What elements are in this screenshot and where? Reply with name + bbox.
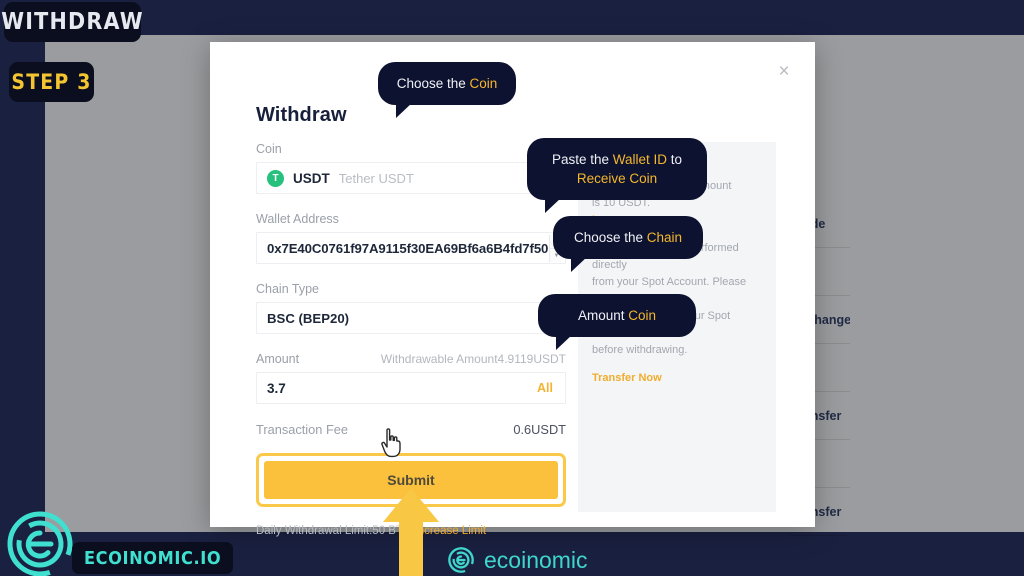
amount-all-button[interactable]: All bbox=[537, 381, 553, 395]
banner-title-tag: WITHDRAW bbox=[1, 2, 143, 42]
wallet-address-label: Wallet Address bbox=[256, 212, 339, 226]
callout-highlight: Coin bbox=[628, 308, 657, 323]
callout-paste-wallet-id: Paste the Wallet ID to Receive Coin bbox=[527, 138, 707, 213]
wallet-address-value: 0x7E40C0761f97A9115f30EA69Bf6a6B4fd7f50 bbox=[267, 240, 549, 256]
transaction-fee-value: 0.6USDT bbox=[513, 422, 566, 437]
callout-highlight: Chain bbox=[646, 230, 683, 245]
callout-text: Paste the bbox=[551, 152, 613, 167]
coin-symbol: USDT bbox=[293, 170, 330, 186]
page-title: Withdraw bbox=[256, 104, 347, 126]
transaction-fee-row: Transaction Fee 0.6USDT bbox=[256, 422, 566, 437]
screenshot-root: Trade Exchange Transfer Transfer × Withd… bbox=[0, 0, 1024, 576]
brand-footer-text: ecoinomic bbox=[484, 546, 588, 573]
brand-pill: ECOINOMIC.IO bbox=[72, 542, 234, 574]
callout-choose-coin: Choose the Coin bbox=[378, 62, 516, 118]
usdt-token-icon: T bbox=[267, 169, 284, 187]
callout-text: Choose the bbox=[396, 76, 470, 91]
amount-input[interactable]: 3.7 All bbox=[256, 372, 566, 404]
chain-field-group: Chain Type BSC (BEP20) ❯ bbox=[256, 282, 566, 334]
callout-choose-chain: Choose the Chain bbox=[553, 216, 703, 272]
callout-amount-coin: Amount Coin bbox=[538, 294, 696, 350]
coin-label: Coin bbox=[256, 142, 282, 156]
withdraw-form: Coin T USDT Tether USDT Wallet Address 0… bbox=[256, 142, 566, 537]
withdraw-modal: × Withdraw Coin T USDT Tether USDT Walle… bbox=[210, 42, 815, 537]
callout-text: Choose the bbox=[573, 230, 647, 245]
amount-field-group: Amount Withdrawable Amount4.9119USDT 3.7… bbox=[256, 352, 566, 404]
callout-highlight: Coin bbox=[469, 76, 498, 91]
ecoinomic-logo-icon bbox=[7, 511, 73, 576]
info-line: before withdrawing. bbox=[592, 344, 688, 356]
banner-step-tag: STEP 3 bbox=[9, 62, 94, 102]
brand-footer: ecoinomic bbox=[447, 546, 588, 574]
coin-fullname: Tether USDT bbox=[338, 170, 414, 186]
callout-highlight: Wallet ID bbox=[612, 152, 668, 167]
ecoinomic-logo-icon bbox=[448, 547, 474, 573]
coin-select[interactable]: T USDT Tether USDT bbox=[256, 162, 566, 194]
close-icon[interactable]: × bbox=[773, 62, 795, 84]
mouse-cursor-icon bbox=[381, 428, 401, 458]
callout-text: Amount bbox=[577, 308, 629, 323]
chain-type-value: BSC (BEP20) bbox=[267, 310, 350, 326]
chain-type-label: Chain Type bbox=[256, 282, 320, 296]
transaction-fee-label: Transaction Fee bbox=[256, 422, 348, 437]
up-arrow-annotation bbox=[383, 488, 439, 576]
wallet-address-input[interactable]: 0x7E40C0761f97A9115f30EA69Bf6a6B4fd7f50 … bbox=[256, 232, 566, 264]
callout-highlight: Receive Coin bbox=[576, 171, 658, 186]
coin-field-group: Coin T USDT Tether USDT bbox=[256, 142, 566, 194]
chain-type-select[interactable]: BSC (BEP20) ❯ bbox=[256, 302, 566, 334]
amount-label: Amount bbox=[256, 352, 300, 366]
wallet-field-group: Wallet Address 0x7E40C0761f97A9115f30EA6… bbox=[256, 212, 566, 264]
callout-text: to bbox=[667, 152, 683, 167]
amount-value: 3.7 bbox=[267, 380, 286, 396]
transfer-now-link[interactable]: Transfer Now bbox=[592, 370, 762, 387]
withdrawable-amount-hint: Withdrawable Amount4.9119USDT bbox=[380, 352, 566, 366]
